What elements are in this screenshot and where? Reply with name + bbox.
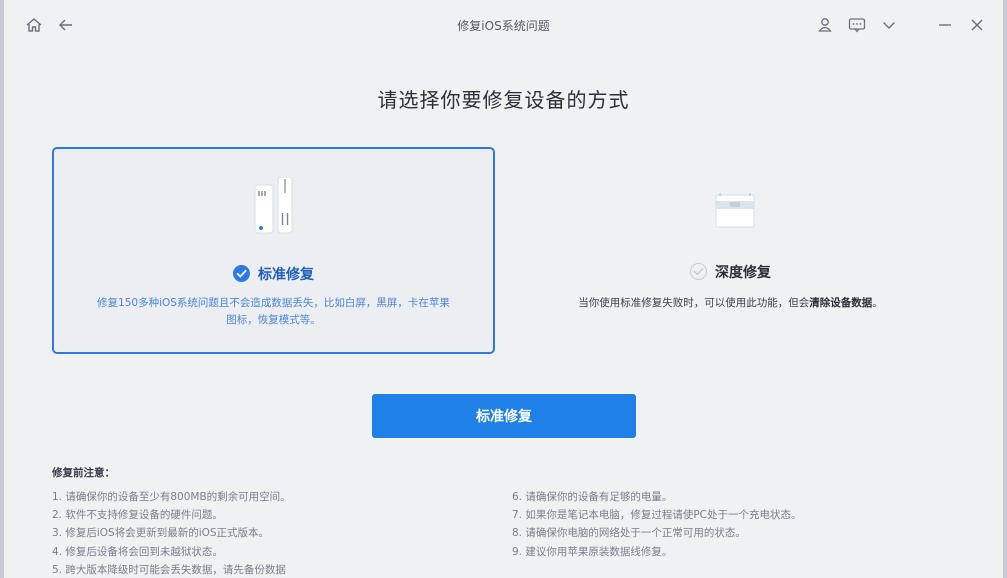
user-icon[interactable] [815,15,835,35]
note-item: 8. 请确保你电脑的网络处于一个正常可用的状态。 [512,527,746,540]
note-item: 3. 修复后iOS将会更新到最新的iOS正式版本。 [52,527,270,540]
check-unselected-icon [690,263,707,280]
standard-repair-label: 标准修复 [258,267,314,283]
deep-repair-card[interactable]: 深度修复 当你使用标准修复失败时，可以使用此功能，但会清除设备数据。 [509,147,952,354]
note-item: 2. 软件不支持修复设备的硬件问题。 [52,509,223,522]
notes-title: 修复前注意： [52,467,115,479]
page-heading: 请选择你要修复设备的方式 [377,88,630,112]
notes-list-left: 1. 请确保你的设备至少有800MB的剩余可用空间。 2. 软件不支持修复设备的… [52,488,291,578]
note-item: 5. 跨大版本降级时可能会丢失数据，请先备份数据 [52,563,286,576]
notes-list-right: 6. 请确保你的设备有足够的电量。 7. 如果你是笔记本电脑，修复过程请使PC处… [512,488,802,561]
device-repair-illustration-icon [710,187,760,235]
minimize-icon[interactable] [935,15,955,35]
phone-repair-illustration-icon [252,176,296,241]
standard-repair-card[interactable]: 标准修复 修复150多种iOS系统问题且不会造成数据丢失，比如白屏，黑屏，卡在苹… [52,147,495,354]
check-selected-icon [233,265,250,282]
note-item: 9. 建议你用苹果原装数据线修复。 [512,545,673,558]
feedback-icon[interactable] [847,15,867,35]
standard-repair-description: 修复150多种iOS系统问题且不会造成数据丢失，比如白屏，黑屏，卡在苹果图标，恢… [97,297,450,326]
close-icon[interactable] [967,15,987,35]
deep-repair-title: 深度修复 [509,262,952,282]
deep-repair-description-text: 当你使用标准修复失败时，可以使用此功能，但会 [578,297,810,309]
note-item: 1. 请确保你的设备至少有800MB的剩余可用空间。 [52,491,291,503]
note-item: 6. 请确保你的设备有足够的电量。 [512,491,673,503]
note-item: 4. 修复后设备将会回到未越狱状态。 [52,545,223,558]
note-item: 7. 如果你是笔记本电脑，修复过程请使PC处于一个充电状态。 [512,509,802,522]
deep-repair-description: 当你使用标准修复失败时，可以使用此功能，但会清除设备数据。 [509,295,952,312]
title-bar: 修复iOS系统问题 [4,0,1003,50]
app-window: 修复iOS系统问题 请选择你要修复设备的方式 标准修复 修复150多种iOS系统… [0,0,1007,578]
standard-repair-title: 标准修复 [54,264,493,284]
dropdown-icon[interactable] [879,15,899,35]
deep-repair-warning: 清除设备数据 [809,297,873,309]
deep-repair-label: 深度修复 [715,265,771,281]
start-repair-button[interactable]: 标准修复 [372,394,636,438]
deep-repair-description-end: 。 [872,297,883,309]
